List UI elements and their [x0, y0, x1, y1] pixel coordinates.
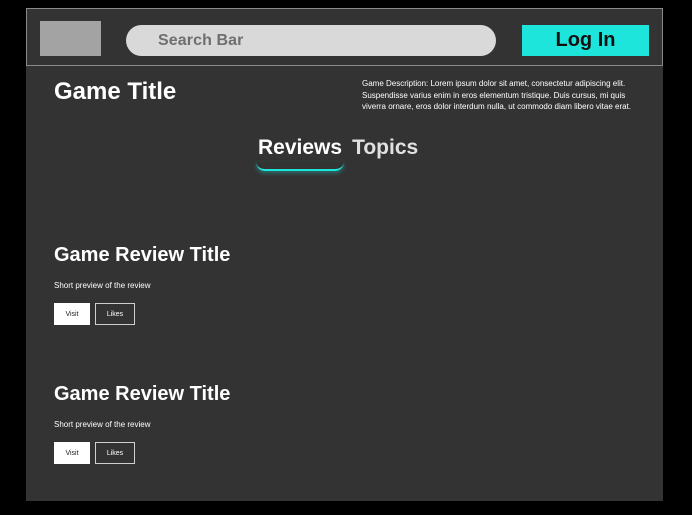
- visit-button[interactable]: Visit: [54, 303, 90, 325]
- tab-topics[interactable]: Topics: [348, 136, 422, 172]
- likes-button[interactable]: Likes: [95, 303, 135, 325]
- review-preview: Short preview of the review: [54, 281, 151, 290]
- app-frame: Search Bar Log In Game Title Game Descri…: [26, 8, 663, 501]
- active-tab-indicator: [256, 162, 345, 171]
- game-description: Game Description: Lorem ipsum dolor sit …: [362, 79, 632, 111]
- game-title: Game Title: [54, 78, 177, 105]
- tab-topics-label: Topics: [352, 136, 419, 159]
- logo-placeholder[interactable]: [40, 21, 101, 56]
- review-title: Game Review Title: [54, 383, 231, 405]
- search-bar[interactable]: Search Bar: [126, 25, 496, 56]
- review-title: Game Review Title: [54, 244, 231, 266]
- search-bar-label: Search Bar: [158, 31, 244, 49]
- review-card: Game Review Title Short preview of the r…: [54, 383, 354, 464]
- review-actions: Visit Likes: [54, 303, 354, 325]
- visit-button[interactable]: Visit: [54, 442, 90, 464]
- review-preview: Short preview of the review: [54, 420, 151, 429]
- tab-reviews[interactable]: Reviews: [254, 136, 346, 172]
- tab-bar: Reviews Topics: [254, 136, 422, 172]
- tab-reviews-label: Reviews: [258, 136, 343, 159]
- login-button[interactable]: Log In: [522, 25, 649, 56]
- likes-button[interactable]: Likes: [95, 442, 135, 464]
- review-card: Game Review Title Short preview of the r…: [54, 244, 354, 325]
- top-header: Search Bar Log In: [26, 8, 663, 66]
- review-actions: Visit Likes: [54, 442, 354, 464]
